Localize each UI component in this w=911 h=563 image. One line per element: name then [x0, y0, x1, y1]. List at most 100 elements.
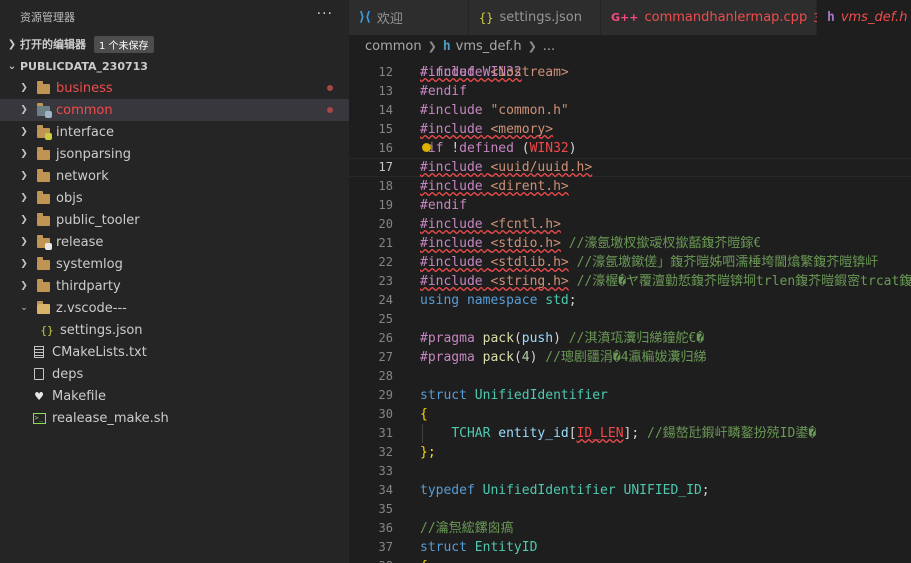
tree-item-label: business [56, 80, 113, 96]
header-icon: h [827, 10, 835, 25]
tree-item-release[interactable]: ❯ release [0, 231, 349, 253]
lightbulb-icon[interactable] [422, 143, 431, 152]
chevron-right-icon: ❯ [20, 237, 28, 247]
line-number: 14 [378, 103, 393, 117]
code-line: 36 //瀹炰綋鏍囪瘑 [349, 519, 911, 538]
open-editors-section[interactable]: ❯ 打开的编辑器 1 个未保存 [0, 33, 349, 55]
more-actions-icon[interactable]: ··· [317, 6, 333, 22]
code-text: #include <fcntl.h> [420, 217, 561, 232]
code-line: 23 #include <string.h> //濠楃�ヤ覆澶勭悊鍑芥暟锛坰trl… [349, 272, 911, 291]
code-line: 27 #pragma pack(4) //璁剧疆涓�4瀛楄妭瀵归綈 [349, 348, 911, 367]
indent-guide [422, 424, 423, 443]
tree-item-label: Makefile [52, 388, 107, 404]
tree-item-objs[interactable]: ❯ objs [0, 187, 349, 209]
code-line: 24 using namespace std; [349, 291, 911, 310]
code-comment: //濠楃�ヤ覆澶勭悊鍑芥暟锛坰trlen鍑芥暟鍜宻trcat鍑 [576, 274, 911, 289]
shell-script-icon: >_ [32, 411, 46, 425]
code-text: #include <uuid/uuid.h> [420, 160, 593, 175]
tab-welcome[interactable]: ⟩⟨ 欢迎 [349, 0, 469, 35]
chevron-right-icon: ❯ [20, 171, 28, 181]
folder-icon [36, 81, 50, 95]
json-icon: {} [479, 10, 494, 25]
project-section[interactable]: ⌄ PUBLICDATA_230713 [0, 55, 349, 77]
code-line: 25 [349, 310, 911, 329]
vscode-icon: ⟩⟨ [359, 10, 371, 25]
modified-dot-icon [327, 85, 333, 91]
tree-item-settings-json[interactable]: {} settings.json [0, 319, 349, 341]
code-line: 15 #include <memory> [349, 120, 911, 139]
code-comment: //鍚嶅瓧鍜屽疄鐜扮殑ID鍙� [647, 426, 817, 441]
tree-item-jsonparsing[interactable]: ❯ jsonparsing [0, 143, 349, 165]
file-tree: ❯ business ❯ common ❯ interface ❯ jsonpa… [0, 77, 349, 429]
chevron-right-icon: ❯ [20, 193, 28, 203]
line-number: 18 [378, 179, 393, 193]
code-text: #include <stdlib.h> //濠氬墽鏉傞」鍑芥暟姊呬濡棰垮閫熻繁鍑… [420, 255, 879, 270]
chevron-right-icon: ❯ [427, 39, 437, 53]
line-number: 38 [349, 557, 393, 563]
tree-item-label: realease_make.sh [52, 410, 169, 426]
unsaved-badge: 1 个未保存 [94, 35, 154, 53]
folder-icon [36, 213, 50, 227]
makefile-icon: ♥ [34, 389, 44, 403]
code-text: //瀹炰綋鏍囪瘑 [420, 521, 514, 536]
tab-label: vms_def.h [840, 10, 908, 25]
tree-item-deps[interactable]: deps [0, 363, 349, 385]
tree-item-label: common [56, 102, 113, 118]
tree-item-thirdparty[interactable]: ❯ thirdparty [0, 275, 349, 297]
tree-item-label: deps [52, 366, 84, 382]
breadcrumb-more[interactable]: ... [543, 39, 555, 54]
line-number: 31 [378, 426, 393, 440]
code-text: typedef UnifiedIdentifier UNIFIED_ID; [420, 483, 710, 498]
code-line: 28 [349, 367, 911, 386]
chevron-down-icon: ⌄ [7, 60, 17, 72]
line-number: 25 [378, 312, 393, 326]
tree-item-business[interactable]: ❯ business [0, 77, 349, 99]
folder-icon [36, 279, 50, 293]
code-text: #include <stdio.h> //濠氬墽杈撳叆杈撳嚭鍑芥暟鎵€ [420, 236, 762, 251]
line-number: 27 [378, 350, 393, 364]
json-icon: {} [40, 323, 54, 337]
code-editor[interactable]: #ifndef WIN32 12 #include <iostream> 13 #en… [349, 54, 911, 563]
tree-item-label: settings.json [60, 322, 143, 338]
tab-vms-def-h[interactable]: h vms_def.h [817, 0, 911, 35]
chevron-right-icon: ❯ [20, 149, 28, 159]
tree-item-release-make-sh[interactable]: >_ realease_make.sh [0, 407, 349, 429]
chevron-right-icon: ❯ [20, 83, 28, 93]
breadcrumb-file[interactable]: vms_def.h [456, 39, 522, 54]
code-text: #include "common.h" [420, 103, 569, 118]
tab-settings-json[interactable]: {} settings.json [469, 0, 601, 35]
tree-item-label: CMakeLists.txt [52, 344, 147, 360]
tree-item-label: public_tooler [56, 212, 140, 228]
cpp-icon: G++ [611, 11, 639, 24]
code-text: #endif [420, 198, 467, 213]
modified-dot-icon [327, 107, 333, 113]
tree-item-label: objs [56, 190, 83, 206]
line-number: 12 [378, 65, 393, 79]
tree-item-interface[interactable]: ❯ interface [0, 121, 349, 143]
tree-item-zvscode[interactable]: ⌄ z.vscode--- [0, 297, 349, 319]
code-text: #endif [420, 84, 467, 99]
tree-item-label: jsonparsing [56, 146, 132, 162]
line-number: 19 [378, 198, 393, 212]
tree-item-cmakelists[interactable]: CMakeLists.txt [0, 341, 349, 363]
tree-item-public-tooler[interactable]: ❯ public_tooler [0, 209, 349, 231]
line-number: 32 [378, 445, 393, 459]
code-line: 13 #endif [349, 82, 911, 101]
line-number: 28 [378, 369, 393, 383]
folder-release-icon [36, 235, 52, 250]
line-number: 37 [378, 540, 393, 554]
line-number: 22 [378, 255, 393, 269]
folder-interface-icon [36, 125, 52, 140]
breadcrumb-folder[interactable]: common [365, 39, 422, 54]
tree-item-common[interactable]: ❯ common [0, 99, 349, 121]
line-number: 23 [378, 274, 393, 288]
code-line: 14 #include "common.h" [349, 101, 911, 120]
code-line: 30 { [349, 405, 911, 424]
code-line: 18 #include <dirent.h> [349, 177, 911, 196]
tab-label: settings.json [499, 10, 583, 25]
tree-item-network[interactable]: ❯ network [0, 165, 349, 187]
tree-item-makefile[interactable]: ♥ Makefile [0, 385, 349, 407]
tree-item-systemlog[interactable]: ❯ systemlog [0, 253, 349, 275]
tree-item-label: thirdparty [56, 278, 121, 294]
tab-commandhanlermap-cpp[interactable]: G++ commandhanlermap.cpp 3 [601, 0, 821, 35]
